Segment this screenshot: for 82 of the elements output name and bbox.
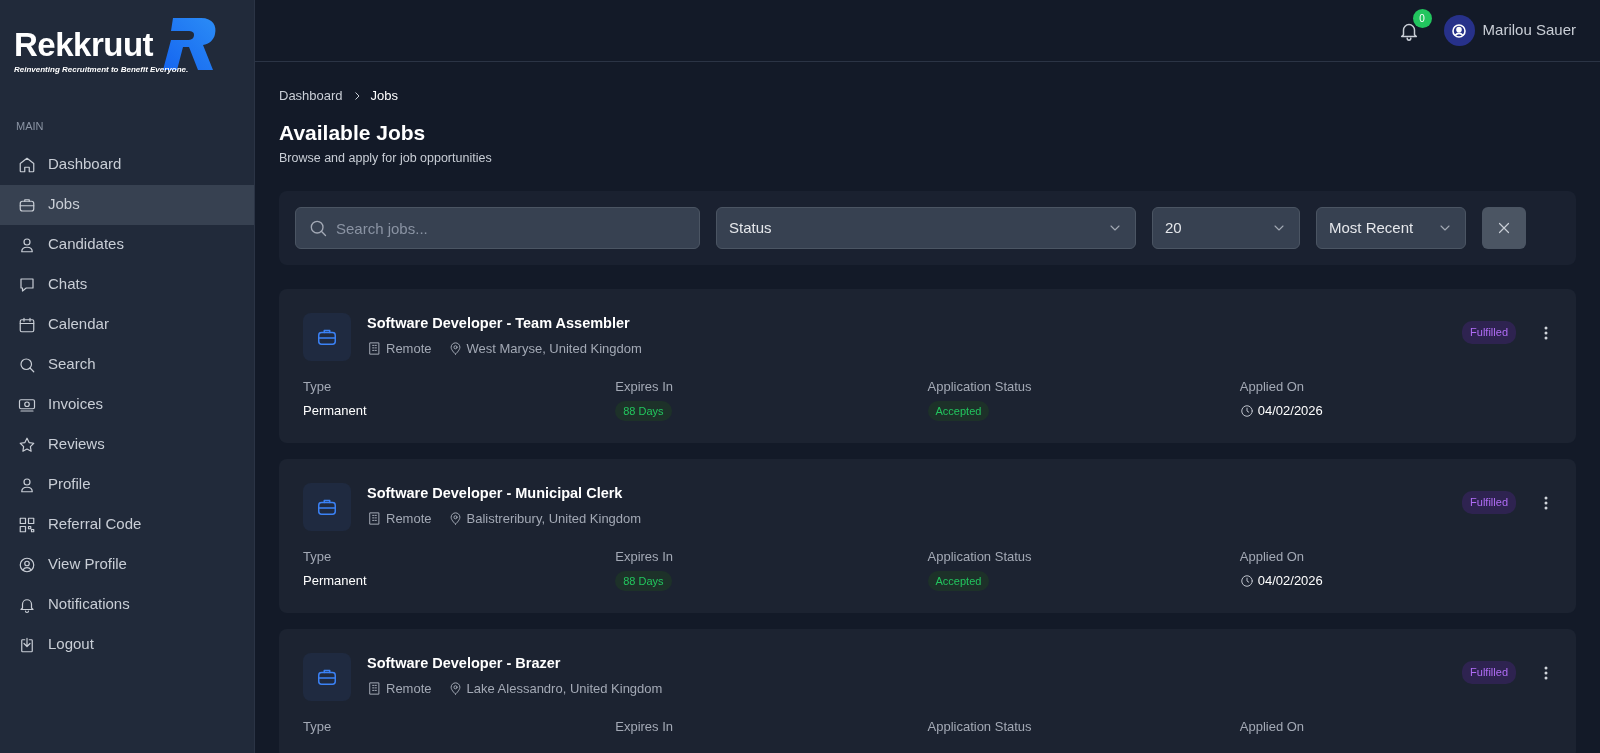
status-badge: Fulfilled: [1462, 661, 1516, 684]
job-title[interactable]: Software Developer - Brazer: [367, 653, 663, 676]
clear-filters-button[interactable]: [1482, 207, 1526, 250]
sidebar-item[interactable]: Jobs: [0, 184, 254, 225]
vertical-dots-icon: [1544, 326, 1548, 341]
field-label: Applied On: [1239, 378, 1306, 397]
field-value: Permanent: [303, 401, 368, 420]
vertical-dots-icon: [1544, 666, 1548, 681]
field-label: Type: [303, 718, 333, 737]
status-pill: 88 Days: [615, 400, 672, 422]
field-label: Expires In: [615, 718, 675, 737]
status-pill: Accepted: [927, 400, 990, 422]
field-label: Expires In: [615, 378, 675, 397]
work-mode: Remote: [386, 340, 432, 359]
logo-tagline: Reinventing Recruitment to Benefit Everyone.: [14, 64, 190, 76]
field-label: Expires In: [615, 548, 675, 567]
clock-icon: [1239, 403, 1254, 418]
avatar[interactable]: [1443, 15, 1475, 46]
page-title: Available Jobs: [279, 119, 427, 145]
field-value: 04/02/2026: [1257, 571, 1323, 590]
sidebar-item[interactable]: Chats: [0, 264, 254, 305]
notification-count: 0: [1412, 9, 1432, 29]
job-title[interactable]: Software Developer - Team Assembler: [367, 313, 642, 336]
field-label: Application Status: [927, 718, 1033, 737]
calendar-icon: [18, 315, 36, 334]
qr-code-icon: [18, 515, 36, 534]
status-badge: Fulfilled: [1462, 321, 1516, 344]
field-label: Applied On: [1239, 548, 1306, 567]
status-pill: Accepted: [927, 570, 990, 592]
user-circle-icon: [18, 555, 36, 574]
job-location: West Maryse, United Kingdom: [466, 340, 642, 359]
sidebar-item[interactable]: View Profile: [0, 544, 254, 585]
building-icon: [367, 341, 382, 357]
job-card[interactable]: Software Developer - Municipal Clerk Remote Balistreribury, United Kingdom Fulfilled Type Permanent Expires In 88 Days Application Status Accepted Applied On 04/02/2026: [279, 459, 1576, 614]
sidebar-item[interactable]: Logout: [0, 624, 254, 665]
vertical-dots-icon: [1544, 496, 1548, 511]
logout-icon: [18, 635, 36, 654]
sidebar-item[interactable]: Invoices: [0, 384, 254, 425]
sidebar-item[interactable]: Reviews: [0, 424, 254, 465]
sidebar-item[interactable]: Calendar: [0, 304, 254, 345]
status-badge: Fulfilled: [1462, 491, 1516, 514]
user-name[interactable]: Marilou Sauer: [1482, 19, 1576, 42]
field-label: Type: [303, 548, 333, 567]
work-mode: Remote: [386, 510, 432, 529]
job-location: Lake Alessandro, United Kingdom: [466, 680, 663, 699]
search-field[interactable]: Search jobs...: [295, 207, 700, 250]
status-pill: 88 Days: [615, 570, 672, 592]
section-label: MAIN: [15, 119, 45, 134]
status-dropdown[interactable]: Status: [716, 207, 1136, 250]
breadcrumb-item: Jobs: [370, 87, 399, 105]
field-value: Permanent: [303, 571, 368, 590]
sidebar-item[interactable]: Search: [0, 344, 254, 385]
home-icon: [18, 155, 36, 174]
page-subtitle: Browse and apply for job opportunities: [279, 149, 493, 167]
sidebar-item[interactable]: Notifications: [0, 584, 254, 625]
clock-icon: [1239, 573, 1254, 588]
building-icon: [367, 511, 382, 527]
field-label: Application Status: [927, 378, 1033, 397]
sort-dropdown[interactable]: Most Recent: [1316, 207, 1466, 250]
sidebar-item[interactable]: Candidates: [0, 224, 254, 265]
logo-wordmark: Rekkruut: [14, 27, 154, 61]
field-label: Type: [303, 378, 333, 397]
person-icon: [18, 475, 36, 494]
person-icon: [18, 235, 36, 254]
job-card[interactable]: Software Developer - Brazer Remote Lake Alessandro, United Kingdom Fulfilled Type Expires In Application Status Applied On: [279, 629, 1576, 753]
job-location: Balistreribury, United Kingdom: [466, 510, 642, 529]
job-card[interactable]: Software Developer - Team Assembler Remote West Maryse, United Kingdom Fulfilled Type Permanent Expires In 88 Days Application Status Accepted Applied On 04/02/2026: [279, 289, 1576, 444]
building-icon: [367, 681, 382, 697]
job-title[interactable]: Software Developer - Municipal Clerk: [367, 483, 642, 506]
sidebar-item[interactable]: Profile: [0, 464, 254, 505]
chat-bubble-icon: [18, 275, 36, 294]
page-size-dropdown[interactable]: 20: [1152, 207, 1300, 250]
search-icon: [308, 218, 328, 239]
field-label: Applied On: [1239, 718, 1306, 737]
star-icon: [18, 435, 36, 454]
breadcrumb-item[interactable]: Dashboard: [279, 86, 343, 106]
sidebar-item[interactable]: Referral Code: [0, 504, 254, 545]
search-icon: [18, 355, 36, 374]
field-label: Application Status: [927, 548, 1033, 567]
sidebar-item[interactable]: Dashboard: [0, 144, 254, 185]
field-value: 04/02/2026: [1257, 401, 1323, 420]
work-mode: Remote: [386, 680, 432, 699]
